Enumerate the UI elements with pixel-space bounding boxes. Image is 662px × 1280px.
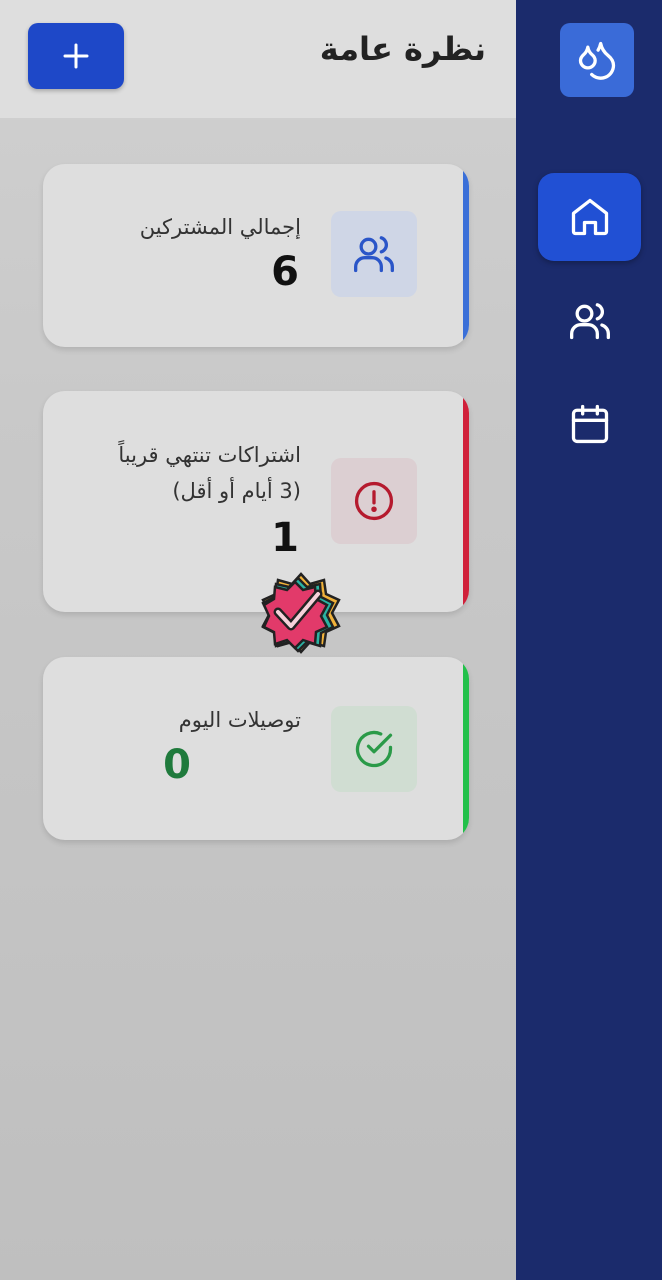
main-content: نظرة عامة إجمالي المشتركين 6 اشتراكات تن… — [0, 0, 516, 1280]
nav-subscribers[interactable] — [538, 277, 641, 365]
todays-deliveries-card[interactable]: توصيلات اليوم 0 — [43, 657, 469, 840]
card-value: 1 — [271, 515, 299, 561]
nav-home[interactable] — [538, 173, 641, 261]
sidebar — [516, 0, 662, 1280]
home-icon — [571, 198, 608, 236]
card-label: إجمالي المشتركين — [139, 215, 301, 239]
card-value: 6 — [271, 249, 299, 295]
nav-calendar[interactable] — [538, 380, 641, 468]
icon-box — [331, 706, 417, 792]
top-header: نظرة عامة — [0, 0, 516, 120]
card-accent — [463, 391, 469, 612]
card-accent — [463, 657, 469, 840]
check-circle-icon — [355, 730, 393, 768]
card-label-line2: (3 أيام أو أقل) — [172, 479, 301, 503]
add-button[interactable] — [28, 23, 124, 89]
card-accent — [463, 164, 469, 347]
plus-icon — [63, 43, 89, 69]
calendar-icon — [571, 404, 608, 444]
expiring-subscriptions-card[interactable]: اشتراكات تنتهي قريباً (3 أيام أو أقل) 1 — [43, 391, 469, 612]
alert-circle-icon — [354, 481, 394, 521]
users-icon — [569, 303, 610, 340]
users-icon — [354, 236, 394, 273]
checkmark-sticker-icon — [261, 572, 341, 654]
water-drops-icon — [578, 41, 616, 80]
page-title: نظرة عامة — [319, 30, 486, 68]
total-subscribers-card[interactable]: إجمالي المشتركين 6 — [43, 164, 469, 347]
card-label-line1: اشتراكات تنتهي قريباً — [118, 443, 301, 467]
icon-box — [331, 458, 417, 544]
app-logo[interactable] — [560, 23, 634, 97]
icon-box — [331, 211, 417, 297]
card-value: 0 — [163, 742, 191, 788]
card-label: توصيلات اليوم — [178, 708, 301, 732]
